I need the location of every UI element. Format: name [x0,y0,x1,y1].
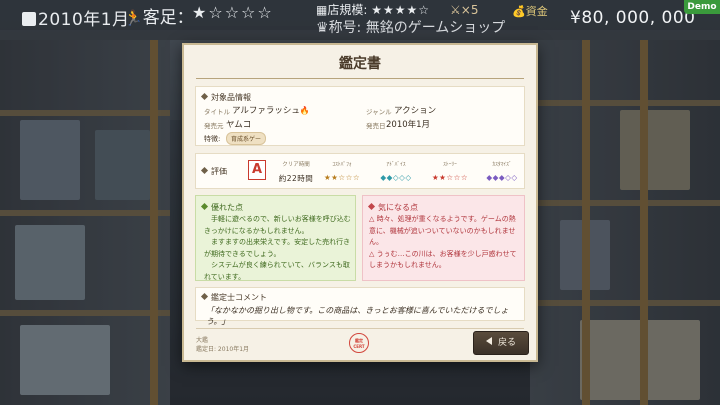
rating-card: 評価 A クリア時間 約22時間 ｺｽﾄﾊﾟﾌｫ ★★☆☆☆ ｱﾄﾞﾊﾞｲｽ ◆… [195,153,525,189]
diamond-icon [200,292,209,301]
shop-scale-stars: ★★★★☆ [371,3,431,17]
flame-icon: 🔥 [299,106,310,115]
funds-label: 💰資金 [512,5,548,18]
diamond-icon [367,202,376,211]
visitors-indicator: 🏃客足： [124,8,194,28]
dialog-title: 鑑定書 [339,56,381,72]
concern-points-heading: 気になる点 [367,202,418,213]
title-label: タイトル [204,108,230,116]
appraisal-seal-icon: 鑑定 CERT [349,333,369,353]
grade-badge: A [248,160,266,180]
staff-icon: ⚔ [450,3,461,17]
feature-tag: 育成系ゲー [226,132,267,145]
release-value: 2010年1月 [386,120,431,130]
staff-count: ⚔×5 [450,3,479,17]
product-info-heading: 対象品情報 [200,92,251,103]
money-bag-icon: 💰 [512,5,526,18]
title-value: アルファラッシュ🔥 [232,106,310,116]
metric-customize: ｶｽﾀﾏｲｽﾞ ◆◆◆◇◇ [486,162,518,182]
good-points-text: 手軽に遊べるので、新しいお客様を呼び込む きっかけになるかもしれません。 ますま… [204,215,351,281]
title-divider [196,78,524,79]
publisher-label: 発売元 [204,122,224,130]
runner-icon: 🏃 [124,9,143,27]
shop-title: ♛称号: 無銘のゲームショップ [316,20,506,36]
top-hud: 2010年1月 🏃客足： ★☆☆☆☆ ▦店規模: ★★★★☆ ♛称号: 無銘のゲ… [0,0,720,40]
footer-divider [196,328,524,329]
good-points-heading: 優れた点 [200,202,243,213]
appraisal-date: 鑑定日: 2010年1月 [196,346,250,353]
metric-clear-time: クリア時間 約22時間 [278,162,314,183]
current-date: 2010年1月 [22,5,130,30]
diamond-icon [200,92,209,101]
crown-icon: ♛ [316,20,329,36]
back-button[interactable]: 戻る [473,331,529,355]
rating-heading: 評価 [200,166,227,177]
features-label: 特徴: [204,135,221,143]
good-points-panel: 優れた点 手軽に遊べるので、新しいお客様を呼び込む きっかけになるかもしれません… [195,195,356,281]
genre-label: ジャンル [366,108,392,116]
diamond-icon [200,166,209,175]
diamond-icon [200,202,209,211]
shop-scale: ▦店規模: ★★★★☆ [316,3,431,17]
appraiser-name: 大鑑 [196,337,209,344]
appraisal-dialog: 鑑定書 対象品情報 タイトル アルファラッシュ🔥 ジャンル アクション 発売元 … [182,43,538,362]
genre-value: アクション [394,106,437,116]
appraiser-comment-card: 鑑定士コメント 「なかなかの掘り出し物です。この商品は、きっとお客様に喜んでいた… [195,287,525,326]
metric-story: ｽﾄｰﾘｰ ★★☆☆☆ [431,162,469,182]
funds-amount: ¥80, 000, 000 [570,8,696,28]
concern-points-panel: 気になる点 △ 時々、処理が重くなるようです。ゲームの熱 意に、機械が追いついて… [362,195,525,281]
metric-advice: ｱﾄﾞﾊﾞｲｽ ◆◆◇◇◇ [380,162,412,182]
visitor-stars: ★☆☆☆☆ [192,3,274,22]
calendar-icon [22,12,36,26]
comment-text: 「なかなかの掘り出し物です。この商品は、きっとお客様に喜んでいただけるでしょう。… [206,306,509,326]
comment-heading: 鑑定士コメント [200,292,267,303]
publisher-value: ヤムコ [226,120,252,130]
concern-points-text: △ 時々、処理が重くなるようです。ゲームの熱 意に、機械が追いついていないのかも… [369,215,517,269]
product-info-card: 対象品情報 タイトル アルファラッシュ🔥 ジャンル アクション 発売元 ヤムコ … [195,86,525,146]
metric-cost-performance: ｺｽﾄﾊﾟﾌｫ ★★☆☆☆ [323,162,361,182]
demo-badge: Demo [684,0,720,14]
shop-icon: ▦ [316,3,328,17]
back-arrow-icon [485,337,492,345]
release-label: 発売日 [366,122,386,130]
